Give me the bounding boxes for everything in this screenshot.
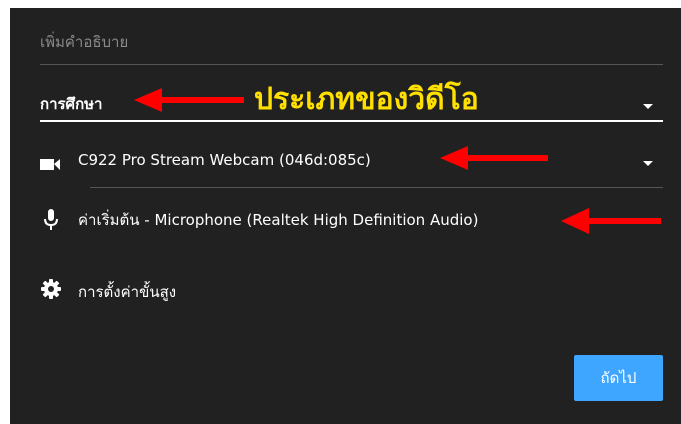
advanced-settings-link[interactable]: การตั้งค่าขั้นสูง (78, 280, 176, 304)
gear-icon (41, 279, 61, 299)
description-input[interactable]: เพิ่มคำอธิบาย (40, 30, 128, 54)
annotation-arrow-category (134, 88, 244, 112)
annotation-arrow-camera (440, 146, 548, 170)
camera-underline (90, 187, 663, 188)
next-button[interactable]: ถัดไป (574, 355, 663, 401)
description-underline (40, 64, 663, 65)
category-dropdown-caret-icon[interactable] (643, 104, 653, 109)
camera-select[interactable]: C922 Pro Stream Webcam (046d:085c) (78, 151, 371, 169)
category-select[interactable]: การศึกษา (40, 92, 102, 116)
go-live-dialog: เพิ่มคำอธิบาย การศึกษา C922 Pro Stream W… (10, 8, 681, 424)
annotation-arrow-microphone (561, 208, 661, 234)
video-camera-icon (40, 159, 60, 170)
microphone-icon (44, 209, 58, 230)
camera-dropdown-caret-icon[interactable] (643, 161, 653, 166)
annotation-label: ประเภทของวิดีโอ (254, 82, 479, 117)
microphone-select[interactable]: ค่าเริ่มต้น - Microphone (Realtek High D… (78, 208, 478, 232)
